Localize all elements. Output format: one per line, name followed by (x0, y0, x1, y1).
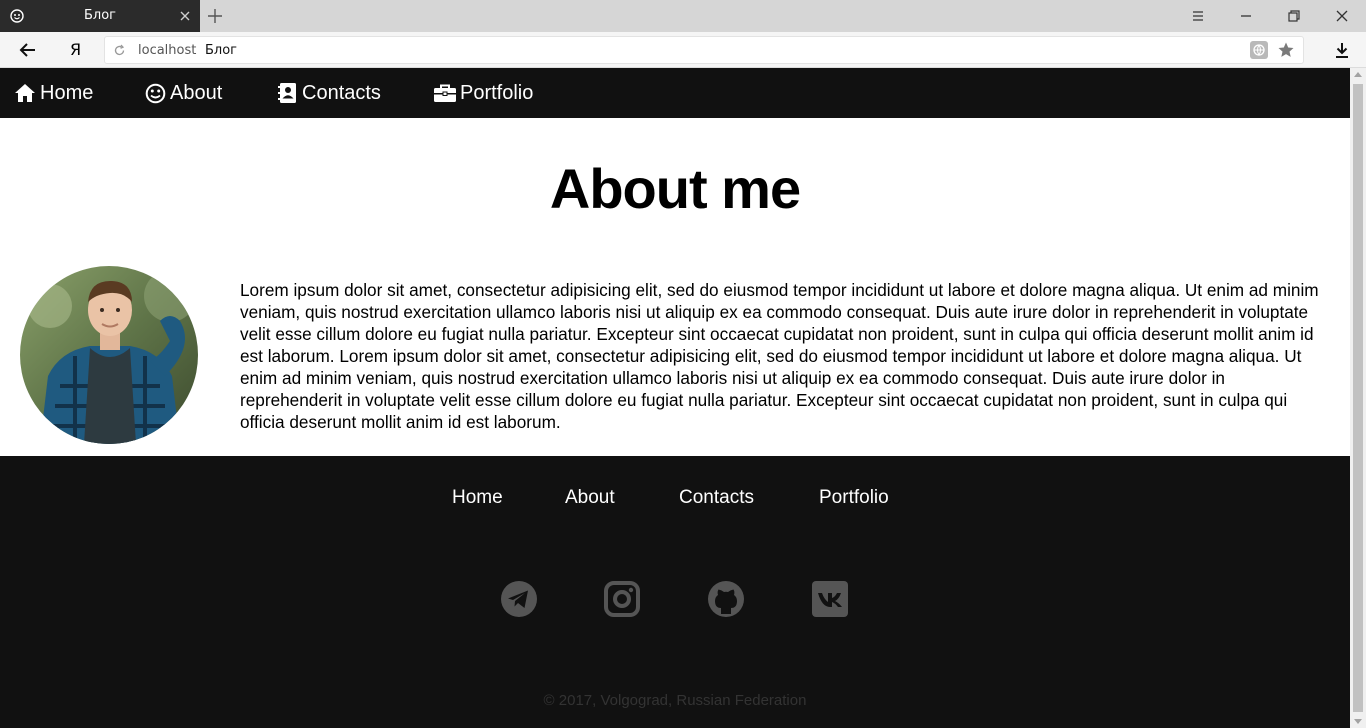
page-title: About me (549, 157, 801, 220)
bookmark-star-icon[interactable] (1277, 41, 1295, 59)
nav-item-label: Contacts (302, 81, 381, 104)
menu-icon[interactable] (1190, 8, 1206, 24)
yandex-button[interactable]: Я (70, 40, 81, 59)
footer-link-about[interactable]: About (565, 487, 615, 509)
browser-tab[interactable]: Блог (0, 0, 200, 32)
site-nav: Home About Contacts Portfolio (0, 68, 1350, 118)
url-host: localhost (138, 43, 197, 58)
smile-icon (145, 83, 166, 103)
reload-icon[interactable] (113, 44, 126, 57)
browser-tab-bar: Блог (0, 0, 1366, 32)
telegram-icon[interactable] (500, 580, 538, 618)
bio-text: Lorem ipsum dolor sit amet, consectetur … (240, 280, 1319, 432)
nav-item-home[interactable]: Home (14, 68, 93, 118)
nav-item-portfolio[interactable]: Portfolio (434, 68, 533, 118)
protect-icon[interactable] (1250, 41, 1268, 59)
browser-address-bar: Я localhost Блог (0, 32, 1366, 68)
restore-icon[interactable] (1286, 8, 1302, 24)
download-icon[interactable] (1333, 41, 1351, 59)
scrollbar-thumb[interactable] (1353, 84, 1363, 712)
vk-icon[interactable] (811, 580, 849, 618)
new-tab-icon[interactable] (207, 8, 223, 24)
nav-item-label: Portfolio (460, 81, 534, 104)
url-page-title: Блог (205, 43, 238, 58)
footer: Home About Contacts Portfolio © 2017, Vo… (0, 456, 1350, 728)
scroll-down-arrow-icon[interactable] (1354, 719, 1362, 724)
url-field[interactable]: localhost Блог (104, 36, 1304, 64)
nav-item-about[interactable]: About (145, 68, 222, 118)
page-scrollbar[interactable] (1350, 68, 1366, 728)
close-window-icon[interactable] (1334, 8, 1350, 24)
github-icon[interactable] (707, 580, 745, 618)
avatar (20, 266, 198, 444)
address-book-icon (278, 83, 296, 103)
minimize-icon[interactable] (1238, 8, 1254, 24)
nav-item-label: Home (40, 81, 94, 104)
home-icon (15, 84, 35, 102)
page-viewport: Home About Contacts Portfolio About me L… (0, 68, 1350, 728)
tab-title: Блог (83, 8, 116, 23)
nav-item-label: About (170, 81, 223, 104)
footer-link-home[interactable]: Home (452, 487, 503, 509)
footer-link-portfolio[interactable]: Portfolio (819, 487, 889, 509)
instagram-icon[interactable] (603, 580, 641, 618)
nav-item-contacts[interactable]: Contacts (278, 68, 381, 118)
copyright-text: © 2017, Volgograd, Russian Federation (543, 692, 807, 709)
footer-link-contacts[interactable]: Contacts (679, 487, 754, 509)
briefcase-icon (434, 84, 456, 102)
close-tab-icon[interactable] (178, 9, 192, 23)
back-arrow-icon[interactable] (19, 41, 37, 59)
scroll-up-arrow-icon[interactable] (1354, 72, 1362, 77)
